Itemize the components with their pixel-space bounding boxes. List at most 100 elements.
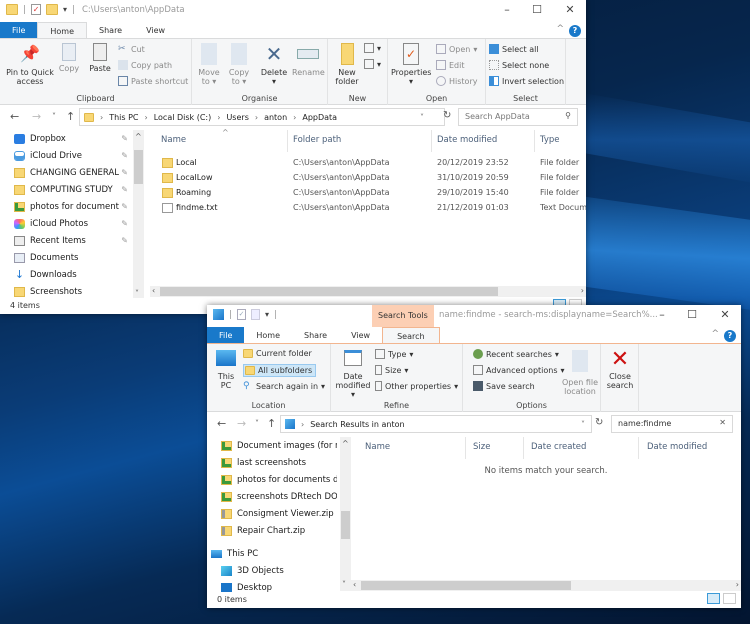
cut-button[interactable]: ✂ Cut <box>118 44 145 54</box>
tab-share[interactable]: Share <box>87 22 134 38</box>
new-folder-button[interactable]: New folder <box>332 43 362 86</box>
invert-selection-button[interactable]: Invert selection <box>489 76 564 86</box>
copy-button[interactable]: Copy <box>58 43 80 73</box>
recent-locations-button[interactable]: ˅ <box>52 112 56 121</box>
current-folder-button[interactable]: Current folder <box>243 349 312 358</box>
navigation-pane-scrollbar[interactable]: ^ ˅ <box>133 130 144 300</box>
open-file-location-button[interactable]: Open file location <box>561 350 599 396</box>
scrollbar-thumb[interactable] <box>160 287 498 296</box>
new-folder-icon[interactable] <box>46 4 59 15</box>
this-pc-button[interactable]: This PC <box>212 350 240 390</box>
edit-button[interactable]: Edit <box>436 60 465 70</box>
file-row[interactable]: Roaming C:\Users\anton\AppData 29/10/2019 … <box>150 185 586 200</box>
pin-icon[interactable]: ✎ <box>121 219 128 228</box>
pin-icon[interactable]: ✎ <box>121 185 128 194</box>
properties-button[interactable]: ✓ Properties ▾ <box>391 43 431 86</box>
maximize-button[interactable]: ☐ <box>522 0 552 22</box>
column-header-name[interactable]: Name <box>161 135 186 145</box>
collapse-ribbon-icon[interactable]: ^ <box>711 329 719 339</box>
tab-home[interactable]: Home <box>37 22 88 38</box>
forward-button[interactable]: → <box>237 417 246 430</box>
tab-share[interactable]: Share <box>292 327 339 343</box>
breadcrumb-users[interactable]: Users <box>226 113 248 122</box>
history-button[interactable]: History <box>436 76 477 86</box>
recent-searches-button[interactable]: Recent searches ▾ <box>473 349 559 359</box>
search-input[interactable]: Search AppData ⚲ <box>458 108 578 126</box>
new-item-button[interactable]: ▾ <box>364 43 381 53</box>
nav-item[interactable]: Dropbox ✎ <box>0 130 144 147</box>
nav-item[interactable]: This PC <box>207 545 351 562</box>
nav-item[interactable]: screenshots DRtech DON <box>207 488 351 505</box>
maximize-button[interactable]: ☐ <box>677 305 707 327</box>
details-view-button[interactable] <box>707 593 720 604</box>
tab-file[interactable]: File <box>207 327 245 343</box>
tab-home[interactable]: Home <box>244 327 292 343</box>
nav-item[interactable]: iCloud Photos ✎ <box>0 215 144 232</box>
pin-icon[interactable]: ✎ <box>121 202 128 211</box>
breadcrumb-appdata[interactable]: AppData <box>302 113 337 122</box>
column-header-size[interactable]: Size <box>473 442 490 452</box>
scrollbar-thumb[interactable] <box>341 511 350 539</box>
pin-icon[interactable]: ✎ <box>121 168 128 177</box>
navigation-pane-scrollbar[interactable]: ^ ˅ <box>340 437 351 591</box>
column-header-folder-path[interactable]: Folder path <box>293 135 341 145</box>
minimize-button[interactable]: – <box>492 0 522 22</box>
type-button[interactable]: Type ▾ <box>375 349 413 359</box>
copy-to-button[interactable]: Copy to ▾ <box>226 43 252 86</box>
breadcrumb-search-results[interactable]: Search Results in anton <box>310 420 404 429</box>
file-list-horizontal-scrollbar[interactable]: ‹ › <box>150 286 586 297</box>
pin-icon[interactable]: ✎ <box>121 134 128 143</box>
back-button[interactable]: ← <box>217 417 226 430</box>
copy-path-button[interactable]: Copy path <box>118 60 172 70</box>
title-bar[interactable]: | ✓ ▾ | C:\Users\anton\AppData – ☐ ✕ <box>0 0 586 22</box>
size-button[interactable]: Size ▾ <box>375 365 408 375</box>
tab-search[interactable]: Search <box>382 327 440 343</box>
nav-item[interactable]: Consigment Viewer.zip <box>207 505 351 522</box>
address-bar[interactable]: › Search Results in anton ˅ <box>280 415 592 433</box>
address-dropdown-icon[interactable]: ˅ <box>420 113 424 122</box>
collapse-ribbon-icon[interactable]: ^ <box>556 24 564 34</box>
nav-item[interactable]: Document images (for n <box>207 437 351 454</box>
save-search-button[interactable]: Save search <box>473 381 535 391</box>
address-bar[interactable]: › This PC › Local Disk (C:) › Users › anton … <box>79 108 445 126</box>
customize-dropdown-icon[interactable]: ▾ <box>265 310 269 319</box>
close-search-button[interactable]: ✕ Close search <box>603 348 637 391</box>
large-icons-view-button[interactable] <box>723 593 736 604</box>
nav-item[interactable]: last screenshots <box>207 454 351 471</box>
nav-item[interactable]: photos for document ✎ <box>0 198 144 215</box>
back-button[interactable]: ← <box>10 110 19 123</box>
nav-item[interactable]: Documents <box>0 249 144 266</box>
search-again-in-button[interactable]: ⚲ Search again in ▾ <box>243 381 325 391</box>
properties-icon[interactable]: ✓ <box>31 4 42 15</box>
refresh-icon[interactable]: ↻ <box>595 417 603 428</box>
breadcrumb-local-disk[interactable]: Local Disk (C:) <box>154 113 212 122</box>
customize-dropdown-icon[interactable]: ▾ <box>63 5 67 14</box>
other-properties-button[interactable]: Other properties ▾ <box>375 381 458 391</box>
open-button[interactable]: Open ▾ <box>436 44 477 54</box>
nav-item[interactable]: Repair Chart.zip <box>207 522 351 539</box>
nav-item[interactable]: CHANGING GENERAL ✎ <box>0 164 144 181</box>
file-row[interactable]: LocalLow C:\Users\anton\AppData 31/10/2019… <box>150 170 586 185</box>
help-icon[interactable]: ? <box>724 330 736 342</box>
all-subfolders-button[interactable]: All subfolders <box>243 364 317 377</box>
paste-shortcut-button[interactable]: Paste shortcut <box>118 76 188 86</box>
forward-button[interactable]: → <box>32 110 41 123</box>
close-button[interactable]: ✕ <box>710 305 740 327</box>
select-all-button[interactable]: Select all <box>489 44 539 54</box>
tab-file[interactable]: File <box>0 22 38 38</box>
advanced-options-button[interactable]: Advanced options ▾ <box>473 365 565 375</box>
pin-to-quick-access-button[interactable]: 📌 Pin to Quick access <box>4 43 56 86</box>
new-folder-icon[interactable] <box>251 309 261 320</box>
pin-icon[interactable]: ✎ <box>121 236 128 245</box>
rename-button[interactable]: Rename <box>292 43 325 77</box>
address-dropdown-icon[interactable]: ˅ <box>581 420 585 429</box>
scrollbar-thumb[interactable] <box>361 581 571 590</box>
nav-item[interactable]: ↓ Downloads <box>0 266 144 283</box>
breadcrumb-this-pc[interactable]: This PC <box>109 113 138 122</box>
up-button[interactable]: ↑ <box>66 110 75 123</box>
refresh-icon[interactable]: ↻ <box>443 110 451 121</box>
results-horizontal-scrollbar[interactable]: ‹ › <box>351 580 741 591</box>
clear-search-icon[interactable]: ✕ <box>719 418 726 427</box>
minimize-button[interactable]: – <box>647 305 677 327</box>
scrollbar-thumb[interactable] <box>134 150 143 184</box>
